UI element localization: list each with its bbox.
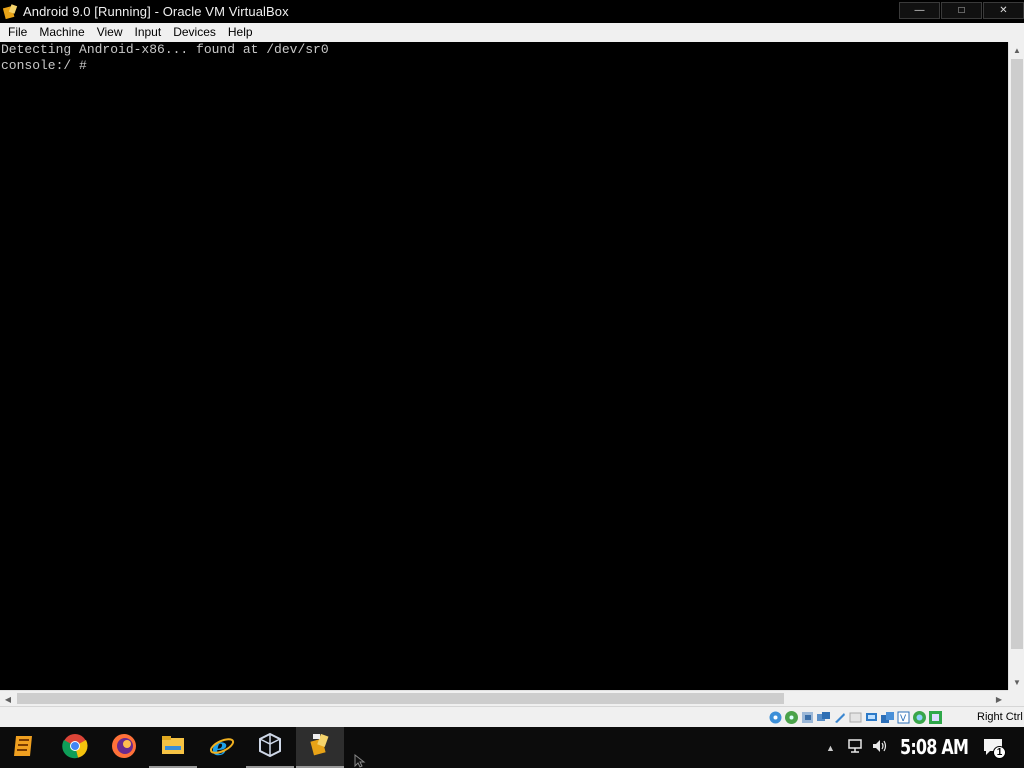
status-bar: V Right Ctrl — [0, 706, 1024, 727]
speaker-icon — [871, 738, 889, 757]
network-tray-button[interactable] — [847, 727, 865, 768]
menu-input[interactable]: Input — [129, 23, 168, 42]
menu-file[interactable]: File — [2, 23, 33, 42]
menu-view[interactable]: View — [91, 23, 129, 42]
video-capture-icon[interactable] — [880, 710, 895, 725]
virtualbox-vm-icon — [2, 3, 19, 20]
chrome-taskbar-button[interactable] — [51, 727, 99, 768]
vm-console-screen[interactable]: Detecting Android-x86... found at /dev/s… — [0, 42, 1008, 690]
audio-icon[interactable] — [800, 710, 815, 725]
scrollbar-corner — [1008, 690, 1024, 706]
notification-icon: 1 — [982, 737, 1006, 759]
usb-icon[interactable] — [832, 710, 847, 725]
firefox-taskbar-button[interactable] — [100, 727, 148, 768]
console-output-line: Detecting Android-x86... found at /dev/s… — [1, 42, 329, 57]
vertical-scroll-thumb[interactable] — [1011, 59, 1023, 649]
minimize-icon: — — [914, 5, 925, 16]
console-prompt[interactable]: console:/ # — [1, 58, 1008, 74]
mouse-cursor-icon — [354, 753, 366, 768]
display-icon[interactable] — [864, 710, 879, 725]
virtualbox-manager-taskbar-button[interactable] — [246, 727, 294, 768]
minimize-button[interactable]: — — [899, 2, 940, 19]
maximize-button[interactable]: □ — [941, 2, 982, 19]
notification-count-badge: 1 — [993, 745, 1006, 759]
scroll-down-arrow-icon[interactable]: ▼ — [1009, 674, 1024, 690]
title-bar[interactable]: Android 9.0 [Running] - Oracle VM Virtua… — [0, 0, 1024, 23]
host-key-label[interactable]: Right Ctrl — [977, 711, 1023, 723]
vertical-scrollbar[interactable]: ▲ ▼ — [1008, 42, 1024, 690]
menu-devices[interactable]: Devices — [167, 23, 222, 42]
virtualbox-vm-taskbar-button[interactable] — [296, 727, 344, 768]
show-hidden-icons-button[interactable]: ▲ — [826, 727, 835, 768]
file-explorer-taskbar-button[interactable] — [149, 727, 197, 768]
keyboard-icon[interactable] — [928, 710, 943, 725]
svg-text:V: V — [900, 714, 907, 724]
volume-tray-button[interactable] — [871, 727, 889, 768]
cpu-icon[interactable]: V — [896, 710, 911, 725]
action-center-button[interactable]: 1 — [982, 727, 1006, 768]
close-button[interactable]: ✕ — [983, 2, 1024, 19]
scroll-right-arrow-icon[interactable]: ▶ — [991, 691, 1007, 707]
horizontal-scroll-thumb[interactable] — [17, 693, 784, 704]
file-explorer-icon — [161, 734, 185, 759]
menu-help[interactable]: Help — [222, 23, 259, 42]
taskbar-clock[interactable]: 5:08 AM — [900, 735, 969, 759]
chrome-icon — [62, 733, 88, 762]
virtualbox-vm-icon — [307, 732, 333, 761]
shared-folders-icon[interactable] — [848, 710, 863, 725]
mouse-integration-icon[interactable] — [912, 710, 927, 725]
taskbar: e ▲ 5:08 AM 1 — [0, 727, 1024, 768]
network-tray-icon — [847, 738, 865, 757]
maximize-icon: □ — [958, 5, 965, 16]
firefox-icon — [111, 733, 137, 762]
hard-disk-icon[interactable] — [768, 710, 783, 725]
optical-drive-icon[interactable] — [784, 710, 799, 725]
menu-bar: File Machine View Input Devices Help — [0, 23, 1024, 42]
close-icon: ✕ — [999, 5, 1008, 16]
scroll-left-arrow-icon[interactable]: ◀ — [0, 691, 16, 707]
chevron-up-icon: ▲ — [826, 742, 835, 753]
start-icon — [10, 732, 38, 763]
virtualbox-manager-icon — [257, 732, 283, 761]
scroll-up-arrow-icon[interactable]: ▲ — [1009, 42, 1024, 58]
network-icon[interactable] — [816, 710, 831, 725]
window-title: Android 9.0 [Running] - Oracle VM Virtua… — [23, 4, 289, 19]
start-button[interactable] — [0, 727, 48, 768]
internet-explorer-icon: e — [209, 732, 235, 762]
horizontal-scrollbar[interactable]: ◀ ▶ — [0, 690, 1008, 706]
menu-machine[interactable]: Machine — [33, 23, 90, 42]
internet-explorer-taskbar-button[interactable]: e — [198, 727, 246, 768]
